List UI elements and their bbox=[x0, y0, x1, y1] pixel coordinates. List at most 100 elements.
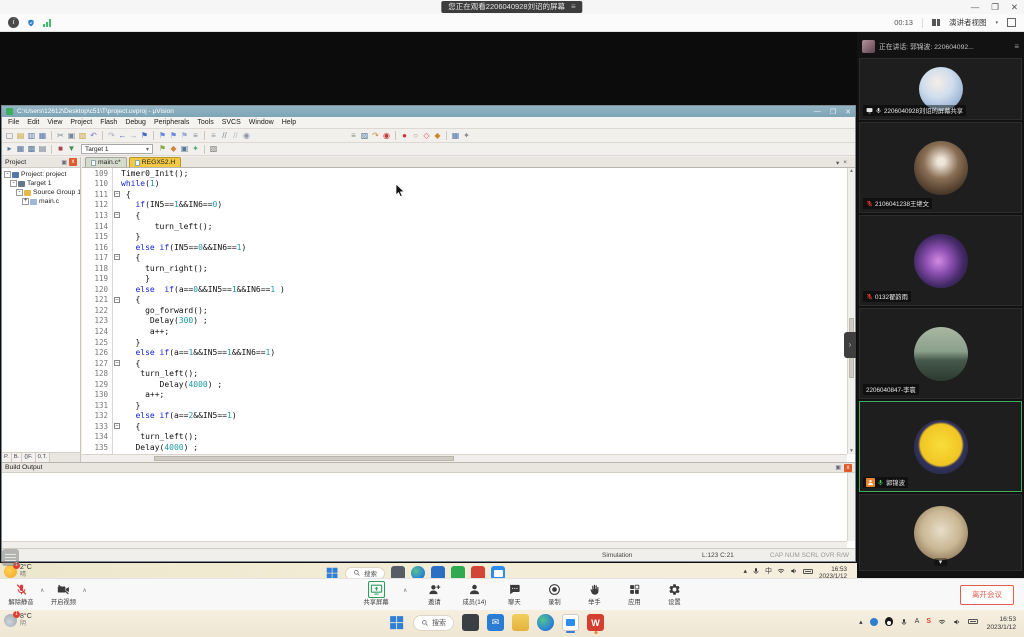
fullscreen-icon[interactable] bbox=[1007, 18, 1016, 27]
build-output-vscrollbar[interactable] bbox=[847, 473, 855, 541]
redo-icon[interactable]: ↷ bbox=[106, 131, 117, 141]
tree-item-main-c[interactable]: +main.c bbox=[4, 197, 80, 206]
build-output-content[interactable] bbox=[2, 473, 847, 541]
mic-icon[interactable] bbox=[900, 618, 908, 626]
fold-gutter[interactable] bbox=[112, 368, 121, 379]
qq-icon[interactable] bbox=[885, 617, 893, 626]
rebuild-icon[interactable]: ▩ bbox=[26, 144, 37, 154]
breakpoint-kill-icon[interactable]: ◇ bbox=[421, 131, 432, 141]
fold-collapse-icon[interactable]: − bbox=[114, 423, 120, 429]
menu-tools[interactable]: Tools bbox=[193, 119, 217, 126]
unmute-button[interactable]: 解除静音 bbox=[8, 582, 34, 606]
weather-widget[interactable]: 1 2°C晴 bbox=[4, 564, 32, 578]
breakpoint-icon[interactable]: ● bbox=[399, 131, 410, 141]
fold-gutter[interactable] bbox=[112, 347, 121, 358]
undo-icon[interactable]: ↶ bbox=[88, 131, 99, 141]
pin-icon[interactable]: ▣ bbox=[61, 159, 67, 166]
bookmark-next-icon[interactable]: ⚑ bbox=[168, 131, 179, 141]
participant-tile[interactable]: 2106041238王继文 bbox=[859, 122, 1022, 213]
close-button[interactable]: ✕ bbox=[1011, 2, 1018, 13]
pack-installer-icon[interactable]: ▧ bbox=[208, 144, 219, 154]
settings-button[interactable]: 设置 bbox=[661, 582, 687, 606]
find-icon[interactable]: ◉ bbox=[381, 131, 392, 141]
view-mode-switcher[interactable]: 演讲者视图 bbox=[949, 17, 987, 28]
folder-taskbar-icon[interactable] bbox=[512, 614, 529, 631]
tabs-close-icon[interactable]: × bbox=[843, 159, 847, 167]
pin-icon[interactable]: ▣ bbox=[835, 464, 841, 471]
tree-expand-icon[interactable]: + bbox=[22, 198, 29, 205]
watching-banner[interactable]: 您正在观看2206040928刘诏的屏幕 ≡ bbox=[441, 1, 582, 13]
volume-icon[interactable] bbox=[953, 618, 961, 626]
menu-svcs[interactable]: SVCS bbox=[218, 119, 245, 126]
chevron-up-icon[interactable]: ∧ bbox=[403, 587, 407, 594]
view-mode-dropdown-icon[interactable]: ▾ bbox=[995, 20, 998, 26]
security-shield-icon[interactable] bbox=[27, 19, 35, 27]
wps-taskbar-icon[interactable]: W bbox=[587, 614, 604, 631]
build-output-close-icon[interactable]: x bbox=[844, 464, 852, 472]
tree-item-project-project[interactable]: -Project: project bbox=[4, 170, 80, 179]
fold-gutter[interactable] bbox=[112, 400, 121, 411]
tree-item-source-group-1[interactable]: -Source Group 1 bbox=[4, 188, 80, 197]
phone-icon[interactable] bbox=[968, 619, 978, 624]
edge-taskbar-icon[interactable] bbox=[537, 614, 554, 631]
fold-gutter[interactable]: − bbox=[112, 358, 121, 369]
menu-help[interactable]: Help bbox=[278, 119, 300, 126]
stop-build-icon[interactable]: ■ bbox=[55, 144, 66, 154]
manage-rte-icon[interactable]: ✦ bbox=[190, 144, 201, 154]
start-video-button[interactable]: 开启视频 bbox=[50, 582, 76, 606]
panel-tab[interactable]: 0,T. bbox=[36, 453, 50, 462]
chevron-up-icon[interactable]: ∧ bbox=[40, 587, 44, 594]
fold-gutter[interactable]: − bbox=[112, 295, 121, 306]
uncomment-icon[interactable]: // bbox=[230, 131, 241, 141]
find-in-files-icon[interactable]: ▨ bbox=[359, 131, 370, 141]
keil-maximize-button[interactable]: ❐ bbox=[830, 108, 836, 116]
build-icon[interactable]: ▦ bbox=[15, 144, 26, 154]
fold-gutter[interactable]: − bbox=[112, 421, 121, 432]
tabs-dropdown-icon[interactable]: ▾ bbox=[836, 159, 839, 167]
menu-peripherals[interactable]: Peripherals bbox=[150, 119, 193, 126]
chevron-up-icon[interactable]: ▴ bbox=[743, 567, 747, 575]
target-select-dropdown[interactable]: Target 1▾ bbox=[81, 144, 153, 154]
banner-settings-icon[interactable]: ≡ bbox=[571, 1, 576, 13]
sidebar-collapse-handle[interactable]: › bbox=[844, 332, 856, 358]
fold-collapse-icon[interactable]: − bbox=[114, 191, 120, 197]
save-all-icon[interactable]: ▦ bbox=[37, 131, 48, 141]
fold-gutter[interactable] bbox=[112, 337, 121, 348]
manage-items-icon[interactable]: ▣ bbox=[179, 144, 190, 154]
chevron-up-icon[interactable]: ∧ bbox=[82, 587, 86, 594]
members-button[interactable]: 成员(14) bbox=[461, 582, 487, 606]
fold-gutter[interactable] bbox=[112, 432, 121, 443]
start-button[interactable] bbox=[388, 614, 405, 631]
menu-debug[interactable]: Debug bbox=[121, 119, 150, 126]
browser-tray-icon[interactable] bbox=[870, 618, 878, 626]
fold-collapse-icon[interactable]: − bbox=[114, 254, 120, 260]
chevron-up-icon[interactable]: ▴ bbox=[859, 618, 863, 626]
wrench-icon[interactable]: ✦ bbox=[461, 131, 472, 141]
nav-back-icon[interactable]: ← bbox=[117, 131, 128, 141]
download-icon[interactable]: ▼ bbox=[66, 144, 77, 154]
fold-collapse-icon[interactable]: − bbox=[114, 212, 120, 218]
keil-minimize-button[interactable]: — bbox=[814, 108, 821, 116]
fold-gutter[interactable] bbox=[112, 411, 121, 422]
project-panel-close-icon[interactable]: x bbox=[69, 158, 77, 166]
memory-window-icon[interactable]: ▦ bbox=[450, 131, 461, 141]
fold-gutter[interactable] bbox=[112, 379, 121, 390]
breakpoint-disable-icon[interactable]: ○ bbox=[410, 131, 421, 141]
participant-tile[interactable]: 郭锦波 bbox=[859, 401, 1022, 492]
volume-icon[interactable] bbox=[790, 567, 798, 575]
chat-button[interactable]: 聊天 bbox=[501, 582, 527, 606]
fold-gutter[interactable] bbox=[112, 231, 121, 242]
fold-gutter[interactable] bbox=[112, 168, 121, 179]
fold-gutter[interactable]: − bbox=[112, 189, 121, 200]
fold-gutter[interactable]: − bbox=[112, 252, 121, 263]
editor-horizontal-scrollbar[interactable] bbox=[82, 454, 847, 462]
incremental-find-icon[interactable]: ↷ bbox=[370, 131, 381, 141]
panel-tab[interactable]: P. bbox=[2, 453, 12, 462]
fold-gutter[interactable] bbox=[112, 273, 121, 284]
tree-item-target-1[interactable]: -Target 1 bbox=[4, 179, 80, 188]
record-button[interactable]: 录制 bbox=[541, 582, 567, 606]
chevron-down-icon[interactable]: ▾ bbox=[934, 558, 948, 566]
maximize-button[interactable]: ❐ bbox=[991, 2, 999, 13]
mail-taskbar-icon[interactable]: ✉ bbox=[487, 614, 504, 631]
editor-vertical-scrollbar[interactable]: ▲▼ bbox=[847, 168, 855, 454]
